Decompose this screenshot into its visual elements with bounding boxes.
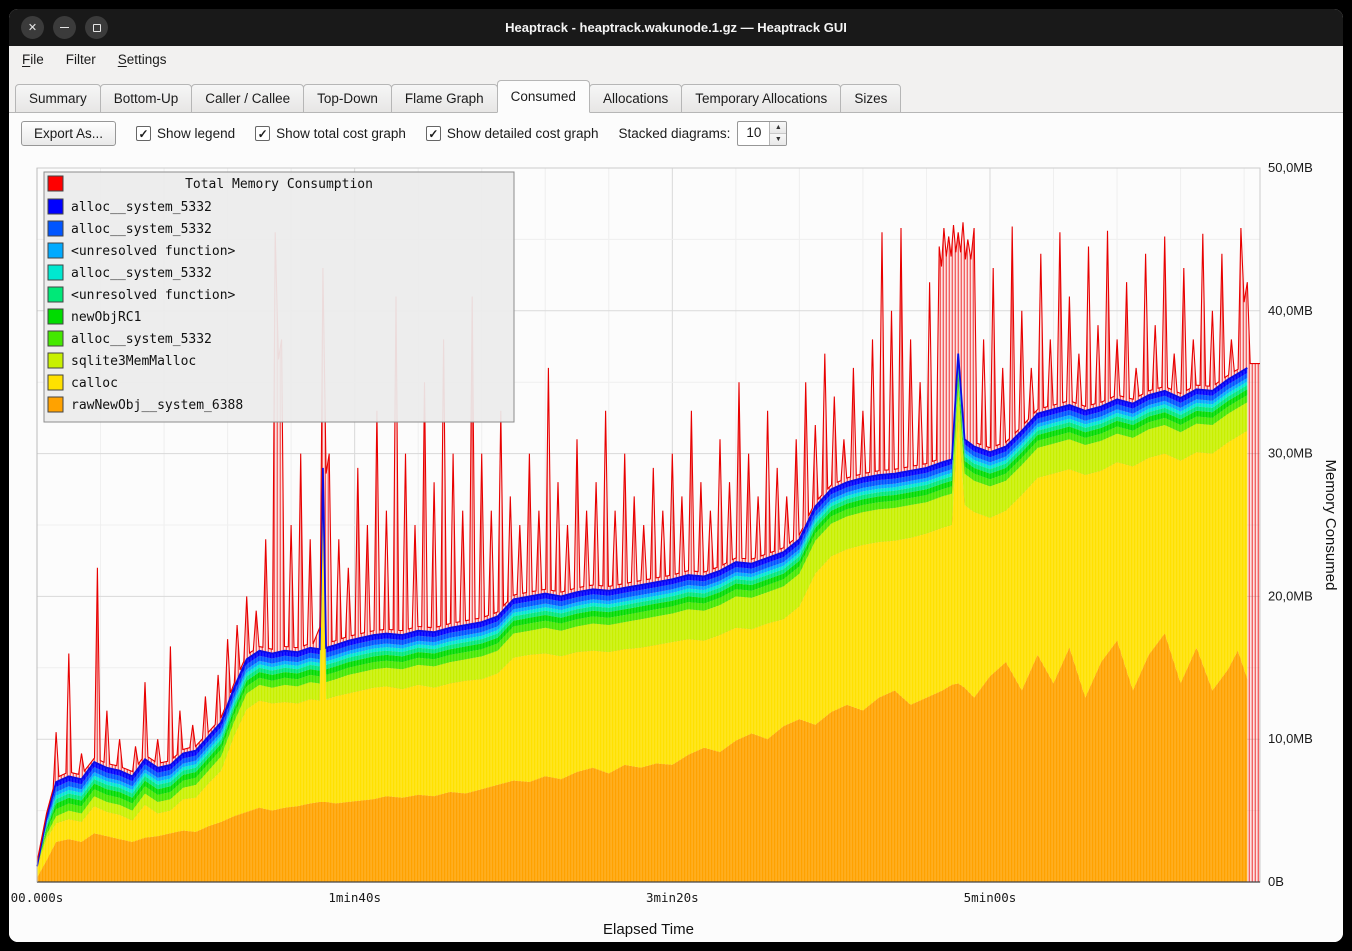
x-tick-label: 5min00s [964,890,1017,905]
menu-filter[interactable]: Filter [57,48,105,71]
tab-top-down[interactable]: Top-Down [303,84,392,113]
stacked-diagrams-value[interactable]: 10 [738,122,769,145]
checkbox-box: ✓ [136,126,151,141]
minimize-button[interactable] [53,16,76,39]
checkbox-label: Show legend [157,126,235,141]
consumed-pane: Export As... ✓ Show legend ✓ Show total … [9,113,1343,942]
y-tick-label: 40,0MB [1268,303,1313,318]
x-tick-label: 1min40s [328,890,381,905]
tab-allocations[interactable]: Allocations [589,84,682,113]
app-window: ✕ Heaptrack - heaptrack.wakunode.1.gz — … [9,9,1343,942]
checkbox-box: ✓ [426,126,441,141]
tab-temporary-allocations[interactable]: Temporary Allocations [681,84,841,113]
checkbox-show-legend[interactable]: ✓ Show legend [136,126,235,141]
y-tick-label: 30,0MB [1268,446,1313,461]
window-controls: ✕ [21,9,108,46]
spin-up-button[interactable]: ▲ [770,122,786,133]
check-icon: ✓ [428,128,438,140]
spin-down-button[interactable]: ▼ [770,133,786,145]
memory-consumption-chart[interactable]: 00.000s 1min40s 3min20s 5min00s 0B 10,0MB 20,0… [9,154,1343,942]
toolbar: Export As... ✓ Show legend ✓ Show total … [9,113,1343,154]
export-as-button[interactable]: Export As... [21,121,116,146]
check-icon: ✓ [139,128,149,140]
close-button[interactable]: ✕ [21,16,44,39]
y-tick-label: 0B [1268,874,1284,889]
tab-flame-graph[interactable]: Flame Graph [391,84,498,113]
consumed-chart: 00.000s 1min40s 3min20s 5min00s 0B 10,0MB 20,0… [9,154,1343,942]
menu-settings[interactable]: Settings [109,48,176,71]
minimize-icon [60,27,69,29]
stacked-diagrams-spinbox[interactable]: 10 ▲ ▼ [737,121,787,146]
x-axis-title: Elapsed Time [603,921,694,938]
checkbox-label: Show total cost graph [276,126,406,141]
y-tick-label: 50,0MB [1268,160,1313,175]
tab-consumed[interactable]: Consumed [497,80,590,113]
tab-summary[interactable]: Summary [15,84,101,113]
check-icon: ✓ [258,128,268,140]
y-tick-label: 10,0MB [1268,731,1313,746]
checkbox-show-total-cost-graph[interactable]: ✓ Show total cost graph [255,126,406,141]
checkbox-box: ✓ [255,126,270,141]
x-tick-label: 3min20s [646,890,699,905]
menubar: File Filter Settings [9,46,1343,73]
tab-bottom-up[interactable]: Bottom-Up [100,84,193,113]
x-tick-label: 00.000s [11,890,64,905]
window-frame: ✕ Heaptrack - heaptrack.wakunode.1.gz — … [0,0,1352,951]
titlebar[interactable]: ✕ Heaptrack - heaptrack.wakunode.1.gz — … [9,9,1343,46]
checkbox-show-detailed-cost-graph[interactable]: ✓ Show detailed cost graph [426,126,599,141]
maximize-icon [93,24,101,32]
y-tick-label: 20,0MB [1268,588,1313,603]
window-title: Heaptrack - heaptrack.wakunode.1.gz — He… [505,20,847,35]
tab-sizes[interactable]: Sizes [840,84,901,113]
checkbox-label: Show detailed cost graph [447,126,599,141]
tab-caller-callee[interactable]: Caller / Callee [191,84,304,113]
chart-plot-area[interactable] [37,168,1260,882]
y-axis-title: Memory Consumed [1322,460,1339,591]
tabbar: Summary Bottom-Up Caller / Callee Top-Do… [9,73,1343,113]
maximize-button[interactable] [85,16,108,39]
spin-buttons: ▲ ▼ [769,122,786,145]
stacked-diagrams-label: Stacked diagrams: [619,126,731,141]
menu-file[interactable]: File [13,48,53,71]
